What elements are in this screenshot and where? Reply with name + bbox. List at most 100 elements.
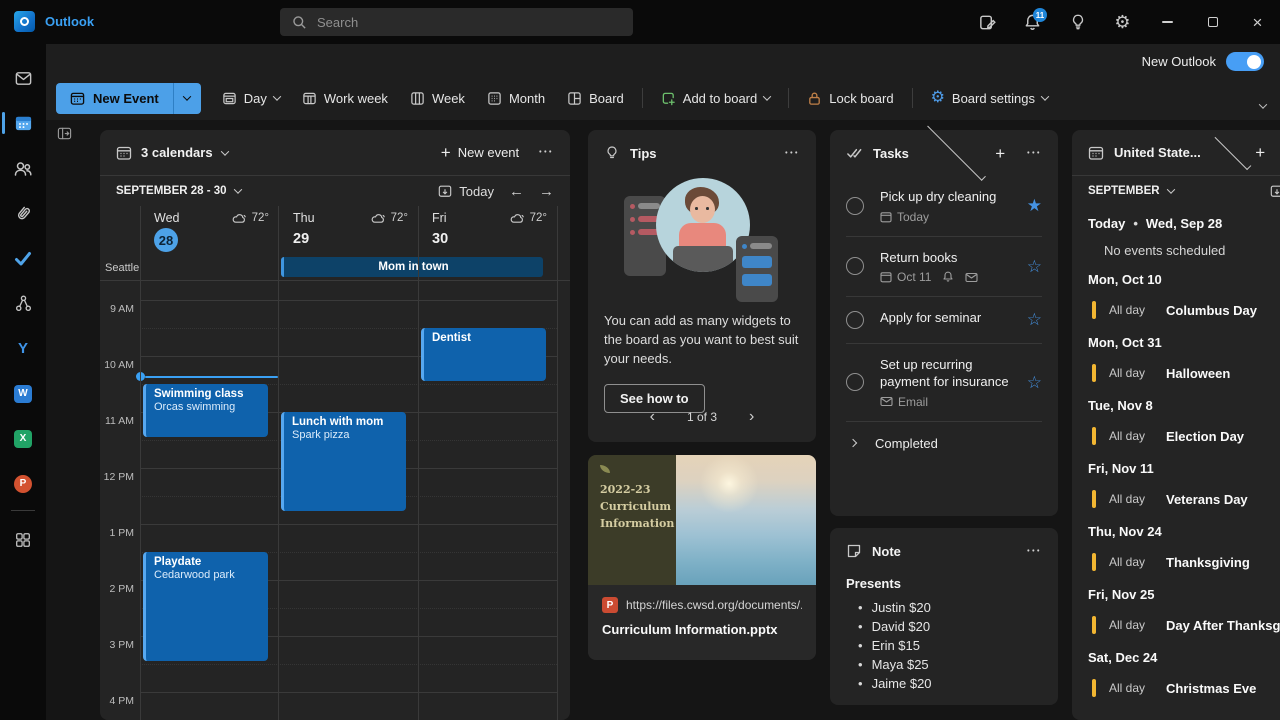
view-month-button[interactable]: Month	[478, 83, 554, 113]
link-filename[interactable]: Curriculum Information.pptx	[602, 622, 802, 637]
view-board-button[interactable]: Board	[558, 83, 633, 113]
add-to-board-button[interactable]: Add to board	[652, 83, 779, 113]
task-item[interactable]: Apply for seminar ★ ☆	[846, 296, 1042, 343]
calendar-event[interactable]: Lunch with momSpark pizza	[281, 412, 406, 511]
outlook-logo-icon	[14, 11, 35, 32]
search-input[interactable]	[317, 15, 621, 30]
notes-feed-button[interactable]	[971, 6, 1004, 38]
board-settings-button[interactable]: ⚙ Board settings	[922, 83, 1057, 113]
link-thumbnail: 2022-23 Curriculum Information	[588, 455, 816, 585]
calendar-event[interactable]: Swimming classOrcas swimming	[143, 384, 268, 437]
ribbon-tab[interactable]	[98, 52, 102, 60]
calendar-event[interactable]: Dentist	[421, 328, 546, 381]
ribbon-tab[interactable]	[68, 52, 72, 60]
agenda-event[interactable]: All day Halloween	[1092, 362, 1280, 384]
excel-icon: X	[14, 430, 32, 448]
sidebar-item-word[interactable]: W	[0, 371, 46, 416]
more-options-button[interactable]: •••	[1027, 150, 1042, 157]
task-item[interactable]: Pick up dry cleaning	[846, 176, 1042, 236]
weather[interactable]: 72°	[510, 212, 547, 224]
star-outline-icon[interactable]: ☆	[1027, 374, 1042, 391]
search-bar[interactable]	[280, 8, 633, 36]
lock-board-button[interactable]: Lock board	[798, 83, 902, 113]
agenda-event[interactable]: All day Veterans Day	[1092, 488, 1280, 510]
ribbon-collapse-button[interactable]	[1260, 96, 1266, 114]
close-button[interactable]: ×	[1241, 6, 1274, 38]
task-item[interactable]: Set up recurring payment for insurance	[846, 343, 1042, 421]
day-header-cell[interactable]: Thu 72° 29 29	[279, 206, 418, 254]
sidebar-item-attachments[interactable]	[0, 191, 46, 236]
link-url[interactable]: https://files.cwsd.org/documents/...	[626, 598, 802, 612]
settings-button[interactable]: ⚙	[1106, 6, 1139, 38]
agenda-event[interactable]: All day Thanksgiving	[1092, 551, 1280, 573]
sidebar-item-powerpoint[interactable]: P	[0, 461, 46, 506]
next-button[interactable]: →	[539, 183, 554, 200]
event-location: Spark pizza	[292, 429, 398, 441]
tips-button[interactable]	[1061, 6, 1094, 38]
sidebar-item-mail[interactable]	[0, 56, 46, 101]
completed-section-toggle[interactable]: Completed	[846, 421, 1042, 451]
star-outline-icon[interactable]: ☆	[1027, 258, 1042, 275]
agenda-event[interactable]: All day Columbus Day	[1092, 299, 1280, 321]
calendar-event[interactable]: PlaydateCedarwood park	[143, 552, 268, 661]
view-day-button[interactable]: Day	[213, 83, 289, 113]
agenda-group: Thu, Nov 24 • All day Thanksgiving	[1088, 524, 1280, 573]
task-item[interactable]: Return books	[846, 236, 1042, 297]
link-preview-card[interactable]: 2022-23 Curriculum Information P https:/…	[588, 455, 816, 660]
sidebar-item-people[interactable]	[0, 146, 46, 191]
sidebar-item-calendar[interactable]	[0, 101, 46, 146]
star-filled-icon[interactable]: ★	[1027, 197, 1042, 214]
weather[interactable]: 72°	[232, 212, 269, 224]
agenda-event[interactable]: All day Christmas Eve	[1092, 677, 1280, 699]
agenda-date-header: Mon, Oct 31 •	[1088, 335, 1280, 350]
note-body[interactable]: Presents •Justin $20•David $20•Erin $15•…	[830, 574, 1058, 693]
sidebar-item-yammer[interactable]: Y	[0, 326, 46, 371]
sidebar-item-todo[interactable]	[0, 236, 46, 281]
day-header-cell[interactable]: Fri 72° 30 30	[418, 206, 557, 254]
note-title: Note	[872, 544, 1027, 559]
minimize-button[interactable]	[1151, 6, 1184, 38]
day-header-cell[interactable]: Wed 72° 28 28	[140, 206, 279, 254]
sidebar-item-excel[interactable]: X	[0, 416, 46, 461]
agenda-event[interactable]: All day Day After Thanksgiving	[1092, 614, 1280, 636]
today-button[interactable]: Today	[1270, 184, 1280, 199]
pane-toggle-button[interactable]	[57, 126, 72, 141]
pager-next-button[interactable]: ›	[749, 408, 754, 426]
sidebar-item-org-explorer[interactable]	[0, 281, 46, 326]
sidebar-item-more-apps[interactable]	[0, 517, 46, 562]
more-options-button[interactable]: •••	[785, 150, 800, 157]
new-outlook-toggle[interactable]	[1226, 52, 1264, 71]
ribbon-tab[interactable]	[128, 52, 132, 60]
task-complete-circle[interactable]	[846, 197, 864, 215]
add-task-button[interactable]: +	[995, 145, 1005, 162]
event-time: All day	[1109, 303, 1153, 317]
event-time: All day	[1109, 492, 1153, 506]
note-list-item: •Maya $25	[846, 655, 1042, 674]
task-complete-circle[interactable]	[846, 373, 864, 391]
agenda-date-header: Today • Wed, Sep 28	[1088, 216, 1280, 231]
chevron-down-icon[interactable]	[927, 122, 986, 181]
widget-new-event-button[interactable]: + New event	[441, 144, 519, 161]
previous-button[interactable]: ←	[509, 183, 524, 200]
view-work-week-button[interactable]: Work week	[293, 83, 397, 113]
weather[interactable]: 72°	[371, 212, 408, 224]
task-complete-circle[interactable]	[846, 257, 864, 275]
today-button[interactable]: Today	[438, 184, 494, 199]
view-week-button[interactable]: Week	[401, 83, 474, 113]
chevron-down-icon[interactable]	[1214, 133, 1250, 169]
maximize-button[interactable]	[1196, 6, 1229, 38]
all-day-event[interactable]: Mom in town	[281, 257, 543, 277]
add-event-button[interactable]: +	[1255, 144, 1265, 161]
new-event-button[interactable]: New Event	[56, 83, 173, 114]
pager-previous-button[interactable]: ‹	[650, 408, 655, 426]
more-options-button[interactable]: •••	[539, 149, 554, 156]
month-dropdown[interactable]: SEPTEMBER	[1088, 185, 1174, 197]
task-complete-circle[interactable]	[846, 311, 864, 329]
new-event-dropdown-button[interactable]	[173, 83, 201, 114]
more-options-button[interactable]: •••	[1027, 548, 1042, 555]
date-range-dropdown[interactable]: SEPTEMBER 28 - 30	[116, 185, 438, 197]
calendars-dropdown[interactable]: 3 calendars	[116, 145, 441, 161]
star-outline-icon[interactable]: ☆	[1027, 311, 1042, 328]
notifications-button[interactable]: 11	[1016, 6, 1049, 38]
agenda-event[interactable]: All day Election Day	[1092, 425, 1280, 447]
